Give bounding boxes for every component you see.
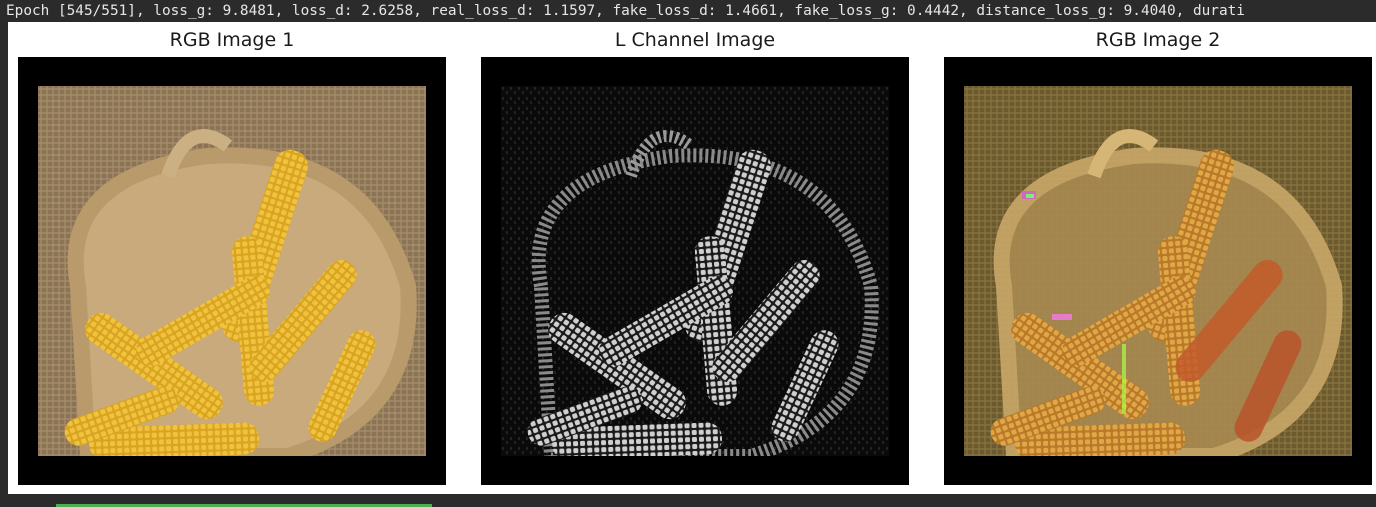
panel-title: L Channel Image [614,29,776,51]
training-log-line: Epoch [545/551], loss_g: 9.8481, loss_d:… [0,0,1376,22]
panel-rgb-image-1: RGB Image 1 [18,22,446,494]
image-frame [944,57,1372,485]
rgb-image-2 [964,86,1352,456]
l-channel-image [501,86,889,456]
output-figure: RGB Image 1 L Channel Image RGB Image 2 [8,22,1376,494]
panel-title: RGB Image 1 [169,29,295,51]
rgb-image-1 [38,86,426,456]
image-frame [481,57,909,485]
image-frame [18,57,446,485]
panel-title: RGB Image 2 [1095,29,1221,51]
panel-l-channel-image: L Channel Image [481,22,909,494]
panel-rgb-image-2: RGB Image 2 [944,22,1372,494]
